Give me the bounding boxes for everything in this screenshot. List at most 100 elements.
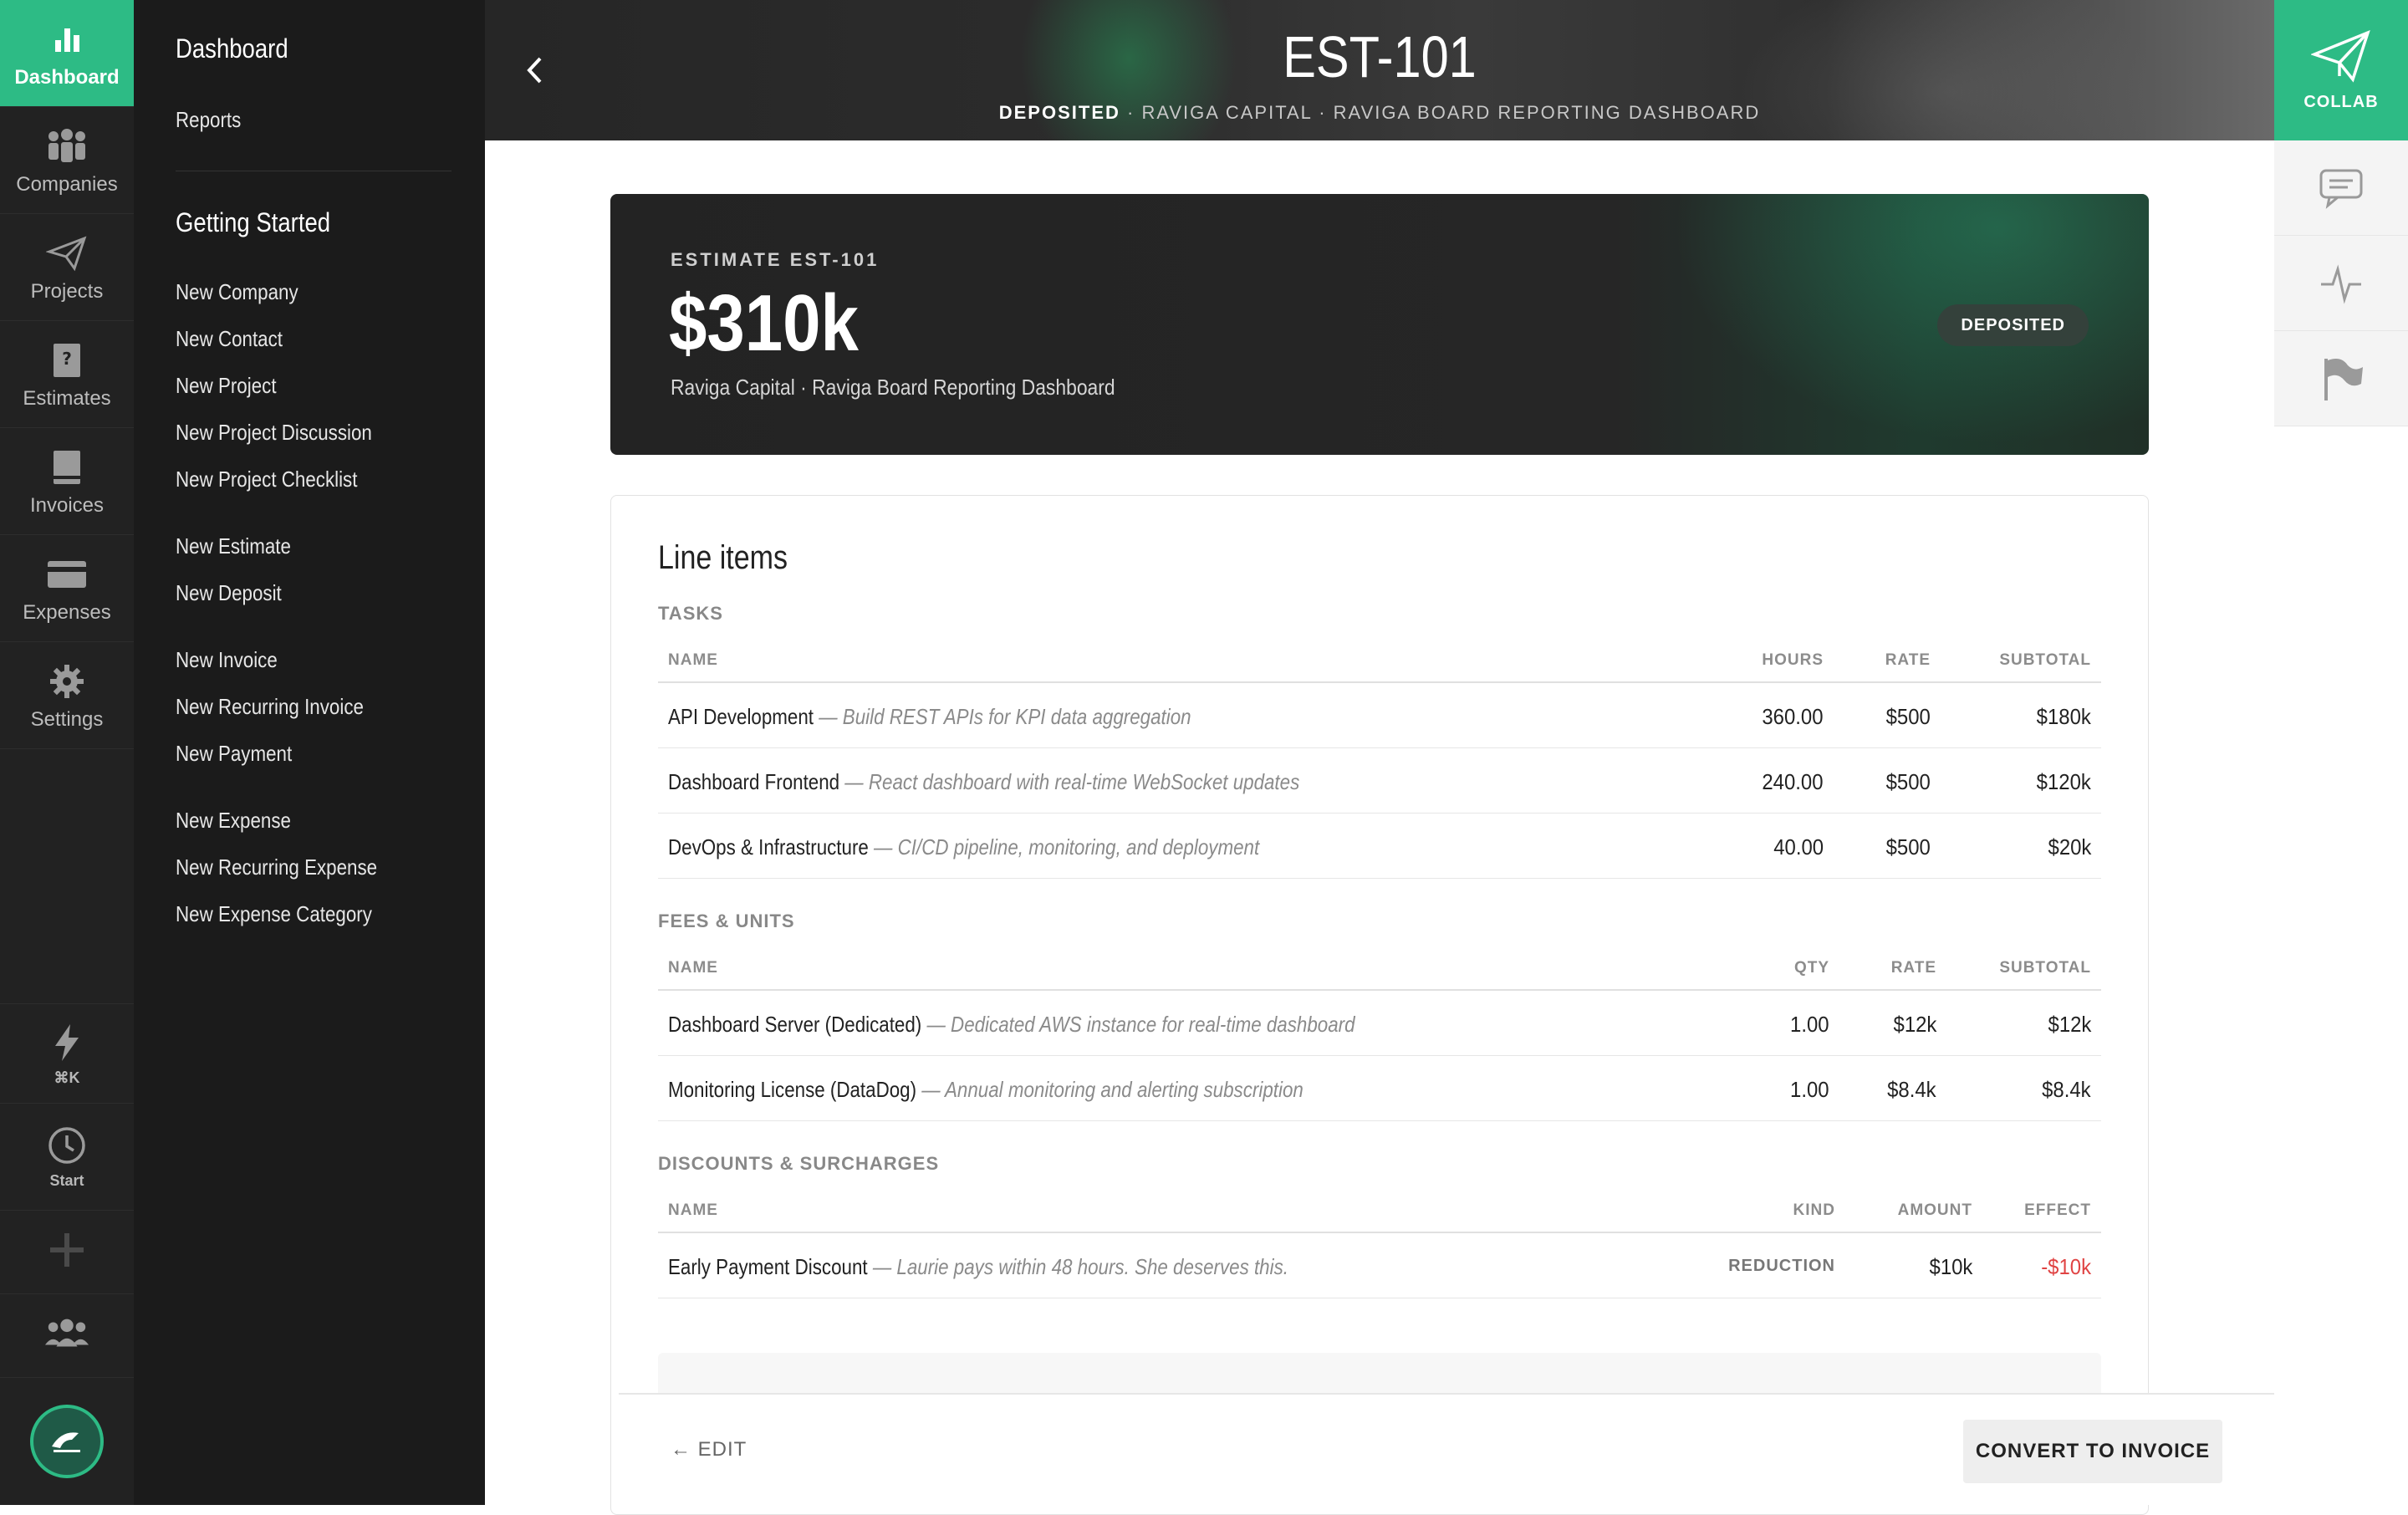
item-name-cell: Monitoring License (DataDog) — Annual mo… (668, 1077, 1303, 1103)
table-row[interactable]: Monitoring License (DataDog) — Annual mo… (658, 1056, 2101, 1121)
collab-button[interactable]: COLLAB (2274, 0, 2408, 140)
secondary-nav: Dashboard Reports Getting Started New Co… (134, 0, 485, 1505)
nav-new-invoice[interactable]: New Invoice (176, 647, 278, 673)
nav-new-recurring-invoice[interactable]: New Recurring Invoice (176, 694, 364, 720)
nav-new-project-discussion[interactable]: New Project Discussion (176, 420, 372, 446)
nav-new-expense[interactable]: New Expense (176, 808, 291, 834)
right-rail: COLLAB (2274, 0, 2408, 1505)
question-doc-icon: ? (43, 339, 90, 382)
nav-new-project[interactable]: New Project (176, 373, 277, 399)
nav-new-payment[interactable]: New Payment (176, 741, 292, 767)
rate-cell: $8.4k (1887, 1077, 1936, 1102)
discounts-section-title: DISCOUNTS & SURCHARGES (658, 1153, 940, 1174)
rail-item-dashboard[interactable]: Dashboard (0, 0, 134, 107)
status-label: DEPOSITED (998, 102, 1120, 123)
item-description: — Annual monitoring and alerting subscri… (916, 1077, 1303, 1102)
rail-item-projects[interactable]: Projects (0, 214, 134, 321)
nav-dashboard[interactable]: Dashboard (176, 33, 288, 64)
hours-cell: 360.00 (1762, 704, 1824, 729)
item-name-cell: Early Payment Discount — Laurie pays wit… (668, 1254, 1288, 1280)
rate-cell: $500 (1885, 704, 1931, 729)
credit-card-icon (43, 553, 90, 596)
rail-item-invoices[interactable]: Invoices (0, 428, 134, 535)
gear-icon (43, 660, 90, 703)
rail-item-estimates[interactable]: ? Estimates (0, 321, 134, 428)
item-name: Early Payment Discount (668, 1254, 868, 1279)
table-row[interactable]: Early Payment Discount — Laurie pays wit… (658, 1233, 2101, 1298)
column-header-name: NAME (668, 959, 718, 977)
activity-button[interactable] (2274, 236, 2408, 331)
column-header-subtotal: SUBTOTAL (1999, 959, 2091, 977)
people-icon (43, 125, 90, 168)
rail-item-settings[interactable]: Settings (0, 642, 134, 749)
table-row[interactable]: Dashboard Server (Dedicated) — Dedicated… (658, 991, 2101, 1056)
rail-item-label: Dashboard (14, 65, 120, 89)
back-button[interactable] (510, 45, 560, 95)
rail-item-companies[interactable]: Companies (0, 107, 134, 214)
paper-plane-icon (2311, 29, 2370, 83)
activity-icon (2321, 263, 2361, 304)
icon-rail: Dashboard Companies Projects ? Estimates… (0, 0, 134, 1505)
timer-start-button[interactable]: Start (0, 1104, 134, 1211)
table-row[interactable]: DevOps & Infrastructure — CI/CD pipeline… (658, 814, 2101, 879)
nav-new-project-checklist[interactable]: New Project Checklist (176, 467, 357, 492)
flag-icon (2324, 358, 2363, 400)
tasks-section-title: TASKS (658, 603, 723, 624)
column-header-effect: EFFECT (2024, 1201, 2091, 1219)
subtotal-cell: $120k (2036, 769, 2091, 794)
milestones-button[interactable] (2274, 331, 2408, 426)
subtotal-cell: $20k (2048, 834, 2091, 860)
page-subtitle: DEPOSITED · RAVIGA CAPITAL · RAVIGA BOAR… (485, 102, 2274, 124)
item-name-cell: DevOps & Infrastructure — CI/CD pipeline… (668, 834, 1259, 860)
svg-text:?: ? (62, 349, 72, 369)
nav-new-deposit[interactable]: New Deposit (176, 580, 282, 606)
column-header-name: NAME (668, 651, 718, 669)
edit-button[interactable]: ← EDIT (671, 1438, 747, 1461)
column-header-name: NAME (668, 1201, 718, 1219)
item-name-cell: API Development — Build REST APIs for KP… (668, 704, 1191, 730)
rail-item-expenses[interactable]: Expenses (0, 535, 134, 642)
line-items-title: Line items (658, 539, 788, 576)
tasks-table-header: NAME HOURS RATE SUBTOTAL (658, 636, 2101, 683)
qty-cell: 1.00 (1790, 1012, 1829, 1037)
subtotal-cell: $180k (2036, 704, 2091, 729)
estimate-description: Raviga Capital · Raviga Board Reporting … (671, 375, 1115, 400)
add-button[interactable] (0, 1211, 134, 1294)
rail-item-label: Expenses (23, 600, 111, 624)
estimate-summary-card: ESTIMATE EST-101 $310k Raviga Capital · … (610, 194, 2149, 455)
nav-reports[interactable]: Reports (176, 107, 241, 133)
nav-new-expense-category[interactable]: New Expense Category (176, 901, 372, 927)
convert-to-invoice-button[interactable]: CONVERT TO INVOICE (1963, 1420, 2222, 1483)
lightning-icon (43, 1021, 90, 1064)
column-header-amount: AMOUNT (1897, 1201, 1972, 1219)
fees-section-title: FEES & UNITS (658, 911, 795, 931)
nav-new-company[interactable]: New Company (176, 279, 298, 305)
page-header: EST-101 DEPOSITED · RAVIGA CAPITAL · RAV… (485, 0, 2274, 140)
nav-new-recurring-expense[interactable]: New Recurring Expense (176, 854, 377, 880)
discounts-table-header: NAME KIND AMOUNT EFFECT (658, 1186, 2101, 1233)
column-header-kind: KIND (1793, 1201, 1835, 1219)
estimate-label: ESTIMATE EST-101 (671, 249, 880, 270)
logo-avatar[interactable] (30, 1405, 104, 1478)
column-header-rate: RATE (1890, 959, 1936, 977)
item-description: — React dashboard with real-time WebSock… (839, 769, 1300, 794)
comments-button[interactable] (2274, 140, 2408, 236)
qty-cell: 1.00 (1790, 1077, 1829, 1102)
item-name: Dashboard Server (Dedicated) (668, 1012, 922, 1037)
rate-cell: $500 (1885, 769, 1931, 794)
item-name: API Development (668, 704, 814, 729)
table-row[interactable]: API Development — Build REST APIs for KP… (658, 683, 2101, 748)
shortcut-label: ⌘K (54, 1069, 80, 1086)
column-header-hours: HOURS (1762, 651, 1824, 669)
paper-plane-icon (43, 232, 90, 275)
team-icon (43, 1312, 90, 1355)
team-button[interactable] (0, 1294, 134, 1378)
estimate-amount: $310k (669, 278, 859, 368)
timer-label: Start (49, 1172, 84, 1189)
table-row[interactable]: Dashboard Frontend — React dashboard wit… (658, 748, 2101, 814)
nav-new-estimate[interactable]: New Estimate (176, 533, 291, 559)
nav-new-contact[interactable]: New Contact (176, 326, 283, 352)
rate-cell: $12k (1893, 1012, 1936, 1037)
fees-table-header: NAME QTY RATE SUBTOTAL (658, 944, 2101, 991)
quick-actions-button[interactable]: ⌘K (0, 1003, 134, 1104)
